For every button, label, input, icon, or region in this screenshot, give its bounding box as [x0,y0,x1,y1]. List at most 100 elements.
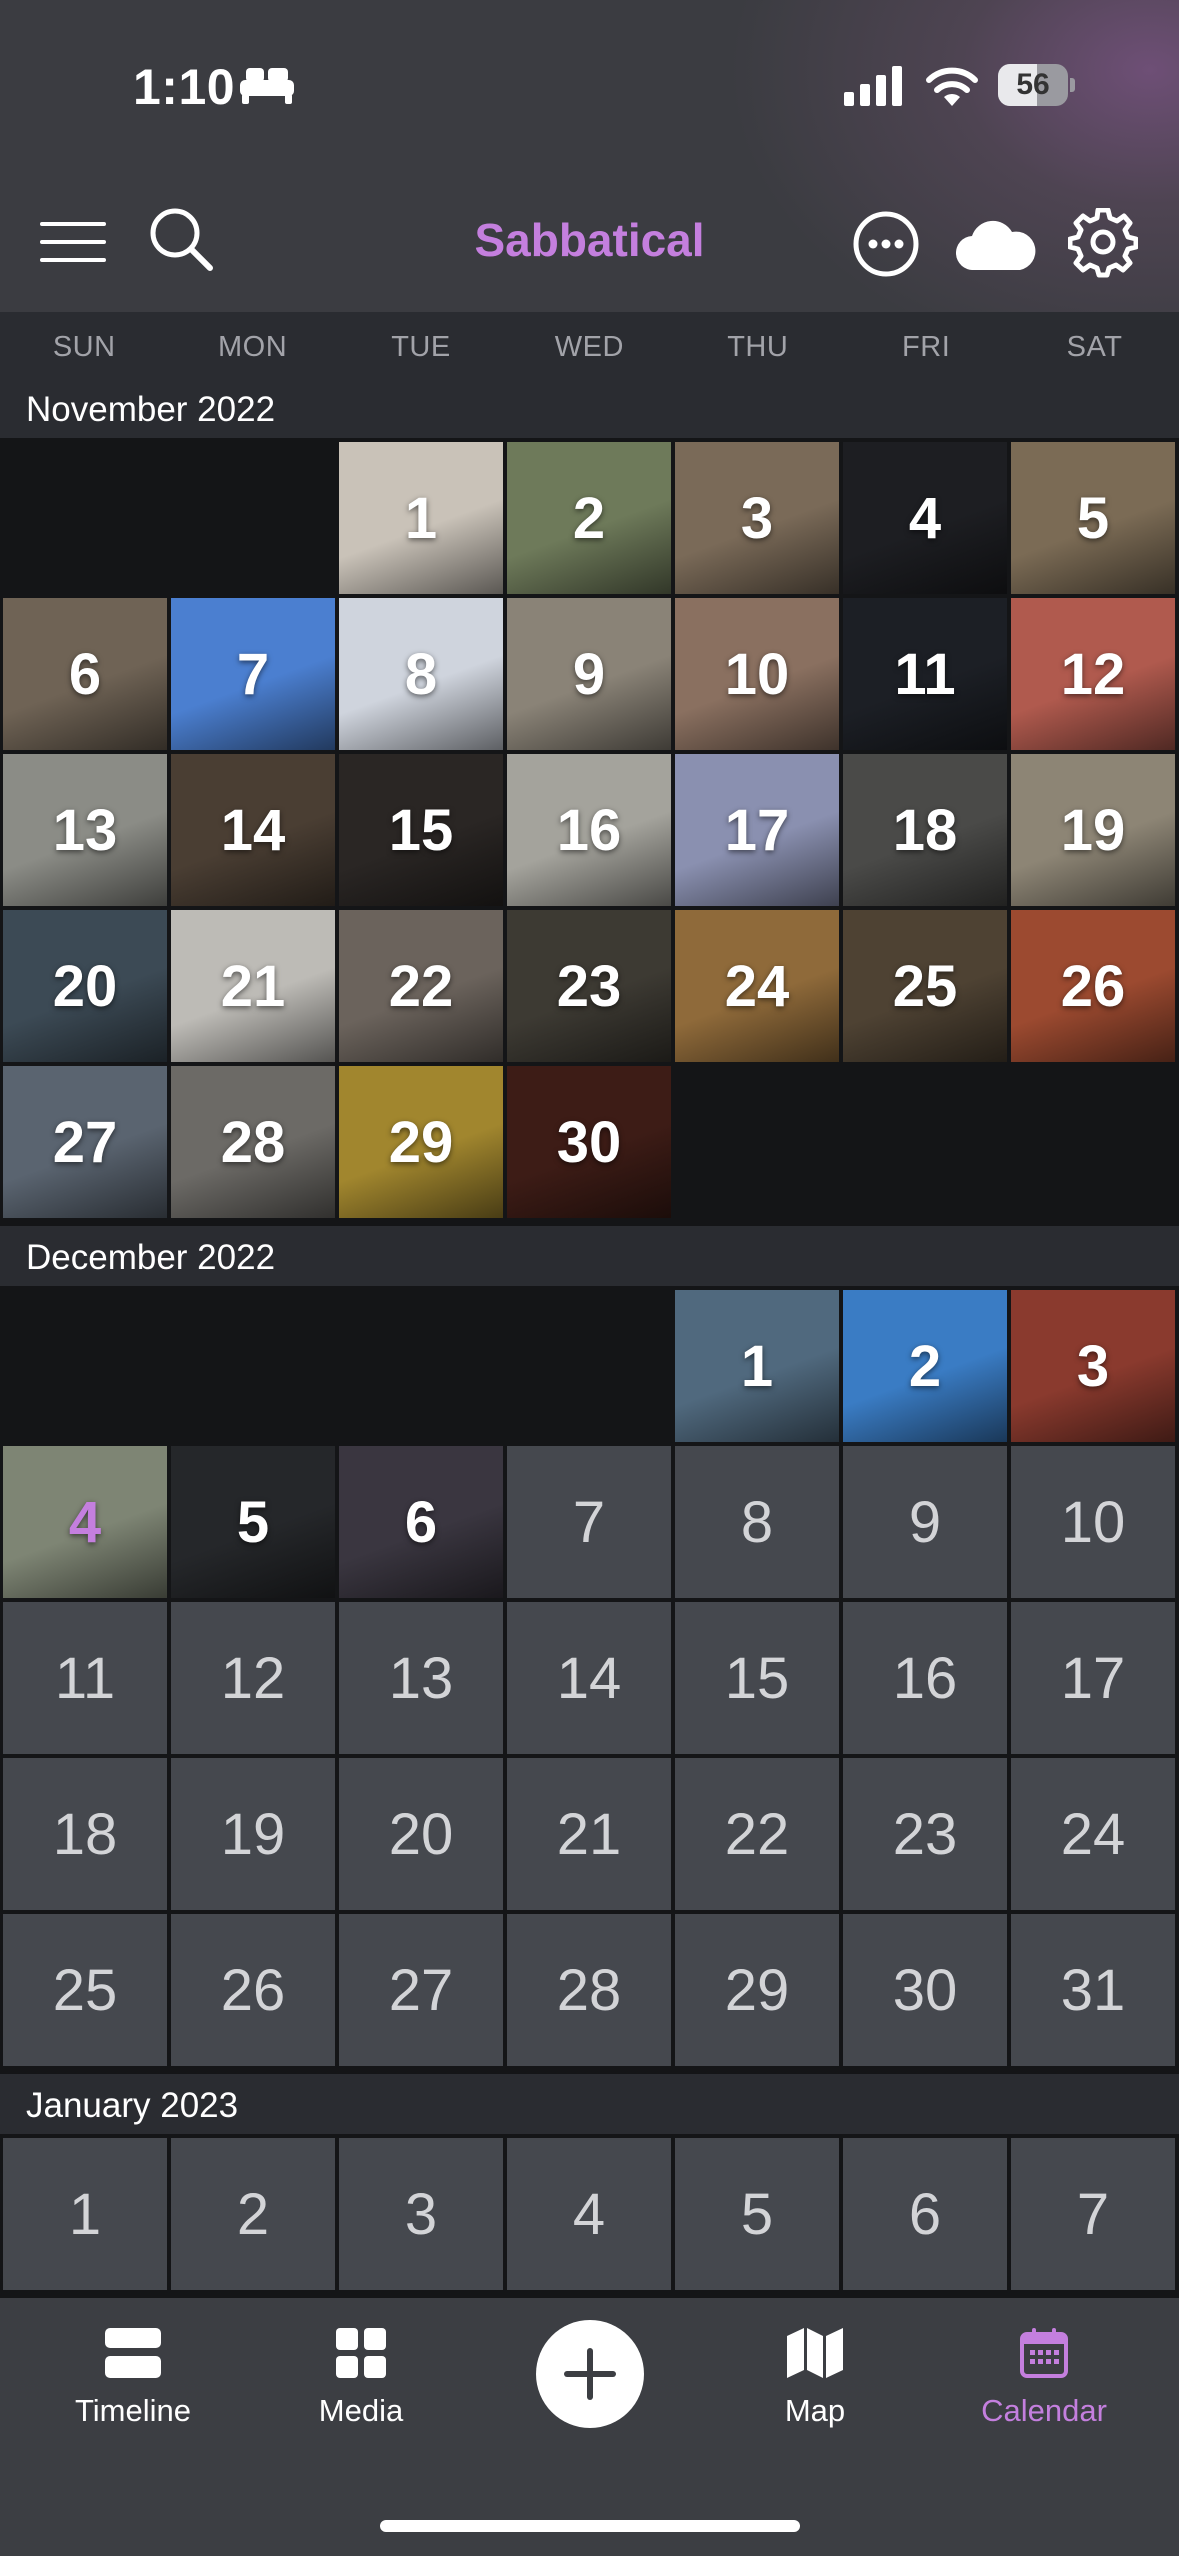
day-number: 22 [724,1801,790,1867]
day-number: 8 [740,1489,774,1555]
calendar-day[interactable]: 23 [843,1758,1007,1910]
calendar-day[interactable]: 9 [843,1446,1007,1598]
tab-timeline[interactable]: Timeline [33,2328,233,2429]
tab-label: Media [318,2393,404,2428]
calendar-day[interactable]: 18 [3,1758,167,1910]
calendar-day-photo[interactable]: 7 [171,598,335,750]
day-number: 5 [236,1489,270,1555]
calendar-day-photo[interactable]: 20 [3,910,167,1062]
calendar-day[interactable]: 25 [3,1914,167,2066]
calendar-day[interactable]: 30 [843,1914,1007,2066]
calendar-day[interactable]: 7 [507,1446,671,1598]
calendar-day[interactable]: 3 [339,2138,503,2290]
calendar-day-photo[interactable]: 28 [171,1066,335,1218]
calendar-day[interactable]: 5 [675,2138,839,2290]
day-number: 2 [236,2181,270,2247]
calendar-day-photo[interactable]: 2 [843,1290,1007,1442]
calendar-day-photo[interactable]: 26 [1011,910,1175,1062]
calendar-day[interactable]: 27 [339,1914,503,2066]
calendar-day[interactable]: 17 [1011,1602,1175,1754]
calendar-day-photo[interactable]: 25 [843,910,1007,1062]
calendar-day-photo[interactable]: 24 [675,910,839,1062]
battery-percent: 56 [1016,68,1050,101]
calendar-day-photo[interactable]: 18 [843,754,1007,906]
tab-media[interactable]: Media [261,2328,461,2429]
calendar-day-photo[interactable]: 4 [3,1446,167,1598]
calendar-day-photo[interactable]: 17 [675,754,839,906]
calendar-day-photo[interactable]: 11 [843,598,1007,750]
calendar-day-photo[interactable]: 16 [507,754,671,906]
calendar-day[interactable]: 16 [843,1602,1007,1754]
weekday-header: SUN MON TUE WED THU FRI SAT [0,312,1179,382]
calendar-day[interactable]: 10 [1011,1446,1175,1598]
weekday-label: SAT [1066,331,1123,363]
calendar-day-photo[interactable]: 6 [339,1446,503,1598]
day-number: 20 [52,953,118,1019]
tab-calendar[interactable]: Calendar [944,2328,1144,2429]
calendar-day-photo[interactable]: 13 [3,754,167,906]
calendar-day-photo[interactable]: 5 [1011,442,1175,594]
calendar-day[interactable]: 28 [507,1914,671,2066]
tab-label: Calendar [981,2393,1107,2428]
calendar-day[interactable]: 19 [171,1758,335,1910]
calendar-day-photo[interactable]: 22 [339,910,503,1062]
calendar-day-photo[interactable]: 29 [339,1066,503,1218]
calendar-day[interactable]: 26 [171,1914,335,2066]
day-number: 14 [220,797,286,863]
day-number: 1 [68,2181,102,2247]
day-number: 6 [68,641,102,707]
calendar-day-photo[interactable]: 3 [675,442,839,594]
calendar-day-photo[interactable]: 27 [3,1066,167,1218]
calendar-day[interactable]: 2 [171,2138,335,2290]
calendar-day-photo[interactable]: 15 [339,754,503,906]
month-label: December 2022 [0,1226,1179,1286]
calendar-day-photo[interactable]: 9 [507,598,671,750]
calendar-day-photo[interactable]: 3 [1011,1290,1175,1442]
day-number: 19 [1060,797,1126,863]
calendar-day[interactable]: 24 [1011,1758,1175,1910]
calendar-day[interactable]: 8 [675,1446,839,1598]
calendar-day[interactable]: 20 [339,1758,503,1910]
calendar-day[interactable]: 31 [1011,1914,1175,2066]
cloud-sync-icon[interactable] [956,218,1036,270]
calendar-day-photo[interactable]: 8 [339,598,503,750]
calendar-day[interactable]: 22 [675,1758,839,1910]
calendar-day[interactable]: 11 [3,1602,167,1754]
calendar-day-photo[interactable]: 6 [3,598,167,750]
day-number: 31 [1060,1957,1126,2023]
calendar-day-photo[interactable]: 1 [339,442,503,594]
calendar-day-photo[interactable]: 10 [675,598,839,750]
calendar-day-photo[interactable]: 30 [507,1066,671,1218]
calendar-day-photo[interactable]: 14 [171,754,335,906]
bed-icon [240,68,294,104]
calendar-day[interactable]: 21 [507,1758,671,1910]
day-number: 30 [556,1109,622,1175]
calendar-day-photo[interactable]: 19 [1011,754,1175,906]
calendar-day[interactable]: 14 [507,1602,671,1754]
tab-map[interactable]: Map [715,2328,915,2429]
calendar-day-photo[interactable]: 12 [1011,598,1175,750]
calendar-day[interactable]: 6 [843,2138,1007,2290]
calendar-day[interactable]: 29 [675,1914,839,2066]
day-number: 5 [740,2181,774,2247]
calendar-day-photo[interactable]: 1 [675,1290,839,1442]
calendar-day-photo[interactable]: 21 [171,910,335,1062]
calendar-day[interactable]: 4 [507,2138,671,2290]
calendar-day-photo[interactable]: 5 [171,1446,335,1598]
more-options-icon[interactable] [852,210,920,278]
calendar-day[interactable]: 15 [675,1602,839,1754]
settings-gear-icon[interactable] [1068,208,1138,278]
calendar-icon [1020,2328,1068,2378]
calendar-day[interactable]: 13 [339,1602,503,1754]
calendar-day[interactable]: 12 [171,1602,335,1754]
day-number: 6 [908,2181,942,2247]
calendar-day[interactable]: 1 [3,2138,167,2290]
calendar-day-photo[interactable]: 4 [843,442,1007,594]
calendar-day-photo[interactable]: 23 [507,910,671,1062]
day-number: 4 [572,2181,606,2247]
add-entry-button[interactable] [536,2320,644,2428]
day-number: 9 [908,1489,942,1555]
day-number: 18 [52,1801,118,1867]
calendar-day[interactable]: 7 [1011,2138,1175,2290]
calendar-day-photo[interactable]: 2 [507,442,671,594]
